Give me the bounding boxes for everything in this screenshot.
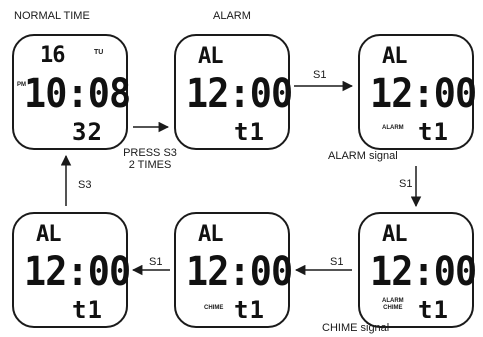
s1-right-label: S1 [399, 178, 413, 190]
s3-left-label: S3 [78, 179, 92, 191]
alarm-signal-label: ALARM signal [328, 150, 398, 162]
s1-bottom-left-label: S1 [149, 256, 163, 268]
s1-bottom-right-label: S1 [330, 256, 344, 268]
flow-arrows [60, 80, 422, 276]
press-s3-line2: 2 TIMES [128, 159, 172, 171]
s1-top-label: S1 [313, 69, 327, 81]
chime-signal-label: CHIME signal [322, 322, 390, 334]
press-s3-label: PRESS S3 2 TIMES [122, 147, 178, 171]
press-s3-line1: PRESS S3 [123, 147, 177, 159]
